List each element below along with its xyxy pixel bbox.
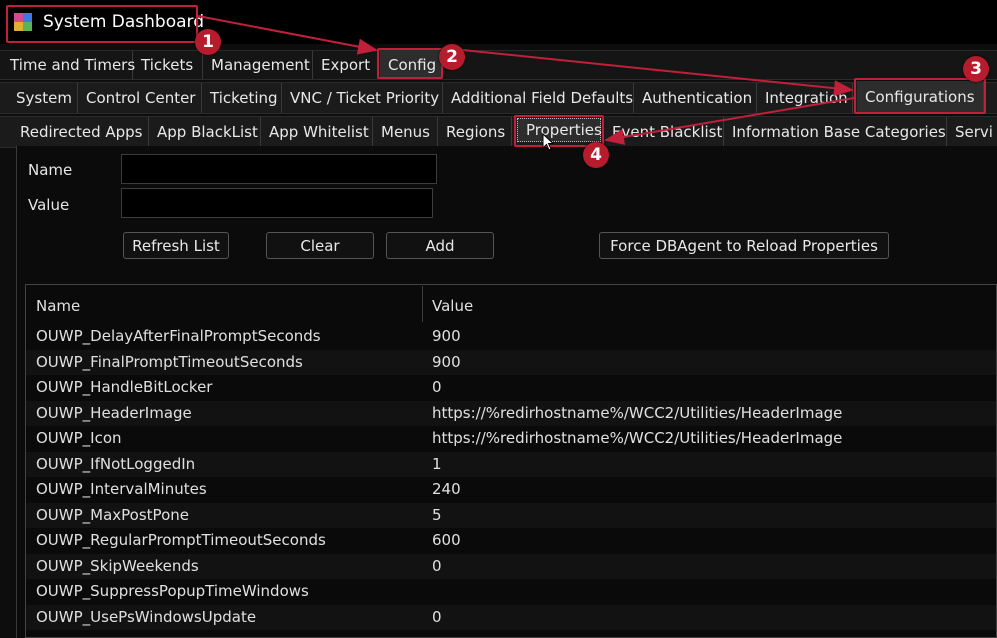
annotation-arrows: [197, 15, 855, 145]
step-badge-4: 4: [583, 142, 609, 168]
arrow-3-to-4: [604, 97, 855, 145]
arrow-1-to-2: [197, 15, 378, 55]
step-badge-1: 1: [195, 29, 221, 55]
step-badge-2: 2: [439, 44, 465, 70]
arrow-2-to-3: [442, 47, 854, 97]
step-badge-3: 3: [963, 56, 989, 82]
mouse-cursor-icon: [542, 133, 554, 151]
